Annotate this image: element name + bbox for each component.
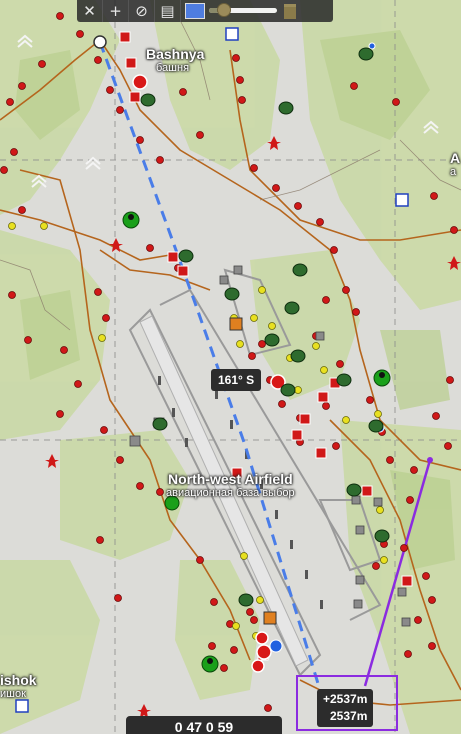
close-icon[interactable]: ✕ xyxy=(77,0,103,22)
route-bearing-label: 161° S xyxy=(211,369,262,391)
place-label-edge-left: ishok ишок xyxy=(0,672,37,700)
add-marker-icon[interactable]: + xyxy=(103,0,129,22)
opacity-slider[interactable] xyxy=(209,0,277,22)
place-name-local: авиационная база выбор xyxy=(166,487,295,499)
place-label-edge-right: A а xyxy=(450,150,460,178)
place-label-bashnya: Bashnya башня xyxy=(146,46,204,74)
place-label-airfield: North-west Airfield авиационная база выб… xyxy=(166,471,295,499)
coordinate-readout: 0 47 0 59 xyxy=(126,716,282,734)
distance-total: 2537m xyxy=(330,709,368,723)
measure-start-point xyxy=(427,457,433,463)
distance-delta: +2537m xyxy=(323,692,368,706)
place-name: Bashnya xyxy=(146,46,205,62)
map-toolbar: ✕ + ⊘ ▤ xyxy=(77,0,333,22)
place-name-local: ишок xyxy=(0,688,26,700)
place-name: A xyxy=(450,150,461,166)
opacity-slider-knob[interactable] xyxy=(217,3,232,17)
color-swatch[interactable] xyxy=(185,3,205,19)
route-start-point xyxy=(93,35,107,49)
place-name-local: башня xyxy=(156,62,190,74)
map-canvas[interactable] xyxy=(0,0,461,734)
trash-icon[interactable] xyxy=(277,0,303,22)
place-name: North-west Airfield xyxy=(167,471,293,487)
place-name: ishok xyxy=(0,672,37,688)
distance-readout: +2537m 2537m xyxy=(317,689,374,727)
compass-icon[interactable]: ⊘ xyxy=(129,0,155,22)
ruler-icon[interactable]: ▤ xyxy=(155,0,181,22)
map-view[interactable]: ✕ + ⊘ ▤ Bashnya башня North-west Airfiel… xyxy=(0,0,461,734)
place-name-local: а xyxy=(450,166,457,178)
